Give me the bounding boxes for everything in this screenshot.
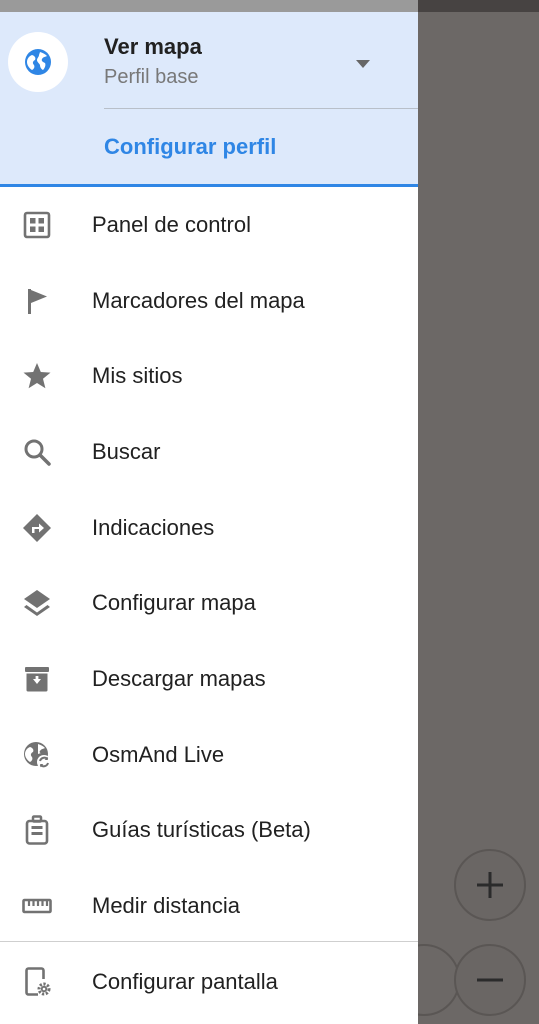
dashboard-icon (22, 210, 52, 240)
globe-icon (25, 49, 51, 75)
profile-name: Ver mapa (104, 34, 202, 59)
travel-guide-icon (22, 815, 52, 846)
search-icon (22, 437, 52, 467)
menu-item-configure-screen[interactable]: Configurar pantalla (0, 944, 418, 1020)
profile-avatar (8, 32, 68, 92)
menu-item-label: Indicaciones (92, 514, 215, 540)
menu-item-measure-distance[interactable]: Medir distancia (0, 868, 418, 944)
flag-icon (22, 286, 52, 316)
profile-dropdown-button[interactable] (352, 56, 374, 72)
status-bar (0, 0, 418, 12)
navigation-drawer: Ver mapa Perfil base Configurar perfil P… (0, 12, 418, 1024)
header-divider (104, 108, 418, 109)
menu-item-travel-guides[interactable]: Guías turísticas (Beta) (0, 793, 418, 869)
zoom-out-button[interactable] (454, 944, 526, 1016)
menu-item-label: Buscar (92, 438, 161, 464)
menu-item-configure-map[interactable]: Configurar mapa (0, 565, 418, 641)
menu-item-my-places[interactable]: Mis sitios (0, 338, 418, 414)
menu-item-directions[interactable]: Indicaciones (0, 490, 418, 566)
zoom-in-button[interactable] (454, 849, 526, 921)
plus-icon (477, 872, 503, 898)
drawer-menu: Panel de control Marcadores del mapa Mis… (0, 187, 418, 944)
menu-item-download-maps[interactable]: Descargar mapas (0, 641, 418, 717)
menu-item-label: OsmAnd Live (92, 741, 225, 767)
menu-item-label: Marcadores del mapa (92, 287, 305, 313)
menu-item-label: Configurar pantalla (92, 969, 278, 994)
menu-item-search[interactable]: Buscar (0, 414, 418, 490)
menu-item-map-markers[interactable]: Marcadores del mapa (0, 263, 418, 339)
download-box-icon (22, 664, 52, 694)
menu-item-label: Guías turísticas (Beta) (92, 817, 311, 843)
menu-divider (0, 941, 418, 942)
menu-item-osmand-live[interactable]: OsmAnd Live (0, 717, 418, 793)
star-icon (22, 361, 52, 391)
minus-icon (477, 978, 503, 982)
menu-item-dashboard[interactable]: Panel de control (0, 187, 418, 263)
menu-item-label: Configurar mapa (92, 590, 256, 616)
directions-icon (22, 513, 52, 543)
screen-settings-icon (22, 967, 52, 997)
globe-sync-icon (22, 740, 52, 770)
profile-subtitle: Perfil base (104, 66, 199, 88)
menu-item-label: Descargar mapas (92, 665, 266, 691)
menu-item-label: Panel de control (92, 211, 251, 237)
profile-header[interactable]: Ver mapa Perfil base Configurar perfil (0, 12, 418, 187)
layers-icon (22, 588, 52, 618)
menu-item-label: Mis sitios (92, 363, 183, 389)
configure-profile-link[interactable]: Configurar perfil (104, 134, 276, 160)
caret-down-icon (356, 60, 370, 68)
menu-item-label: Medir distancia (92, 893, 240, 919)
status-bar-right (418, 0, 539, 12)
ruler-icon (22, 891, 52, 921)
